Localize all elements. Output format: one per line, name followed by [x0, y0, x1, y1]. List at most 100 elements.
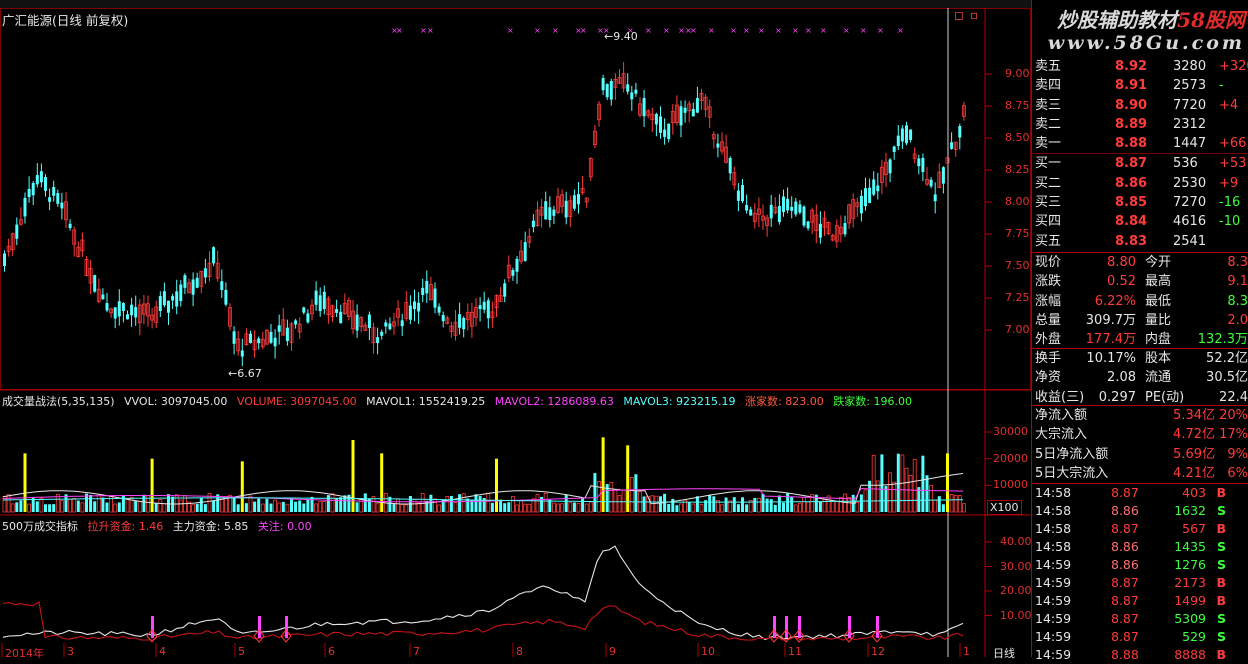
volume-bar [396, 498, 401, 513]
buy-row[interactable]: 买一 8.87 536 +53 [1031, 154, 1248, 173]
candle [732, 166, 737, 190]
buy-row[interactable]: 买二 8.86 2530 +9 [1031, 174, 1248, 193]
period-label[interactable]: 日线 [993, 645, 1015, 661]
candle [482, 291, 486, 314]
sell-row[interactable]: 卖二 8.89 2312 [1031, 115, 1248, 134]
candle [552, 205, 556, 225]
candle [880, 159, 884, 195]
fundamentals-value: 10.17% [1086, 351, 1136, 366]
candle [326, 296, 331, 324]
volume-bar [941, 504, 945, 512]
volume-bar [35, 501, 39, 512]
volume-bar [154, 503, 158, 512]
candle [884, 152, 888, 188]
quote-row: 现价 8.80 今开 8.3 [1031, 253, 1248, 272]
candle [695, 86, 699, 114]
candle [458, 302, 462, 335]
signal-mark: × [758, 26, 765, 35]
volume-bar [720, 504, 724, 513]
window-controls[interactable]: ◻ ▫ [954, 8, 978, 22]
attention-bar [848, 616, 851, 638]
candle [56, 189, 60, 207]
date-tick: 2014年 [5, 647, 44, 660]
candle [506, 255, 511, 283]
volume-bar [281, 501, 285, 512]
trade-row: 14:58 8.87 403 B [1031, 484, 1248, 502]
trade-ticker[interactable]: 14:58 8.87 403 B 14:58 8.86 1632 S 14:58 8.87 567 B… [1031, 483, 1248, 664]
candle [588, 157, 593, 181]
volume-bar [167, 494, 170, 512]
volume-bar [535, 494, 540, 513]
attention-bar [785, 616, 788, 638]
flow-pct: 9% [1227, 446, 1248, 462]
candle [23, 192, 27, 224]
fund-indicator-name[interactable]: 500万成交指标 [2, 520, 78, 533]
book-volume: 2541 [1173, 233, 1207, 249]
volume-bar [392, 504, 396, 512]
candle [851, 193, 856, 228]
book-price: 8.87 [1115, 156, 1148, 172]
candle [584, 197, 589, 208]
quote-row: 涨跌 0.52 最高 9.1 [1031, 272, 1248, 291]
quote-label-2: 内盘 [1145, 332, 1172, 348]
volume-indicator-name[interactable]: 成交量战法(5,35,135) [2, 395, 115, 408]
candle [617, 68, 622, 85]
volume-bar [855, 501, 860, 513]
minimize-icon[interactable]: ▫ [970, 8, 978, 22]
candle [469, 302, 474, 338]
volume-bar [294, 501, 298, 512]
buy-row[interactable]: 买四 8.84 4616 -10 [1031, 212, 1248, 231]
book-change: - [1219, 78, 1224, 94]
sell-row[interactable]: 卖三 8.90 7720 +4 [1031, 96, 1248, 115]
trade-side: S [1216, 629, 1226, 644]
candle [953, 141, 958, 157]
chart-canvas[interactable]: ×× × × × × × ×× × × × × × × ×× × × × × × × × × × × × × [0, 0, 1031, 657]
candle [195, 272, 199, 289]
candle [380, 329, 384, 340]
candle [433, 282, 437, 314]
book-price: 8.88 [1115, 136, 1148, 152]
restore-icon[interactable]: ◻ [954, 8, 964, 22]
trade-rows: 14:58 8.87 403 B 14:58 8.86 1632 S 14:58 8.87 567 B… [1031, 484, 1248, 664]
sell-row[interactable]: 卖四 8.91 2573- [1031, 76, 1248, 95]
candle [703, 94, 708, 117]
volume-bar [44, 504, 47, 512]
sell-row[interactable]: 卖一 8.88 1447 +66 [1031, 134, 1248, 153]
volume-bar [679, 503, 683, 513]
signal-mark: × [507, 26, 514, 35]
sell-row[interactable]: 卖五 8.92 3280 +320 [1031, 57, 1248, 76]
volume-bar [609, 482, 614, 513]
pull-fund-value: 拉升资金: 1.46 [87, 520, 164, 533]
volume-bar [925, 475, 929, 512]
candle [929, 177, 933, 189]
volume-bar [572, 502, 576, 512]
candle [539, 199, 544, 228]
fundamentals-row: 净资 2.08 流通 30.5亿 [1031, 368, 1248, 387]
buy-row[interactable]: 买三 8.85 7270 -16 [1031, 193, 1248, 212]
rise-count: 涨家数: 823.00 [745, 395, 824, 408]
quote-rows: 现价 8.80 今开 8.3 涨跌 0.52 最高 9.1 涨幅 6.22% 最低 8.3 总量 309.… [1031, 253, 1248, 349]
volume-bar [466, 498, 470, 512]
trade-time: 14:59 [1035, 629, 1072, 644]
volume-bar [285, 503, 290, 513]
volume-bar [363, 493, 367, 512]
candle [876, 172, 880, 200]
volume-bar [576, 503, 581, 513]
flow-row: 净流入额 5.34亿 20% [1031, 406, 1248, 425]
candle [269, 323, 273, 345]
candle [872, 171, 876, 197]
trade-time: 14:58 [1035, 503, 1072, 518]
candle [260, 331, 265, 350]
candle [187, 278, 191, 294]
chart-area[interactable]: × × × × × × × × × × × × × × × × × × × × × × × × × × × × × 广汇能源(日线 前复… [0, 0, 1032, 660]
date-tick: 7 [413, 645, 420, 658]
mavol1-value: MAVOL1: 1552419.25 [366, 395, 486, 408]
quote-panel: 现价 8.80 今开 8.3 涨跌 0.52 最高 9.1 涨幅 6.22% 最低 8.3 总量 309.… [1031, 252, 1248, 349]
candle [577, 182, 580, 214]
quote-label: 涨幅 [1035, 293, 1062, 309]
candle [691, 102, 695, 117]
price-tick: 7.00 [1005, 323, 1030, 336]
candle [720, 132, 724, 155]
buy-row[interactable]: 买五 8.83 2541 [1031, 232, 1248, 251]
volume-bar [495, 458, 498, 512]
